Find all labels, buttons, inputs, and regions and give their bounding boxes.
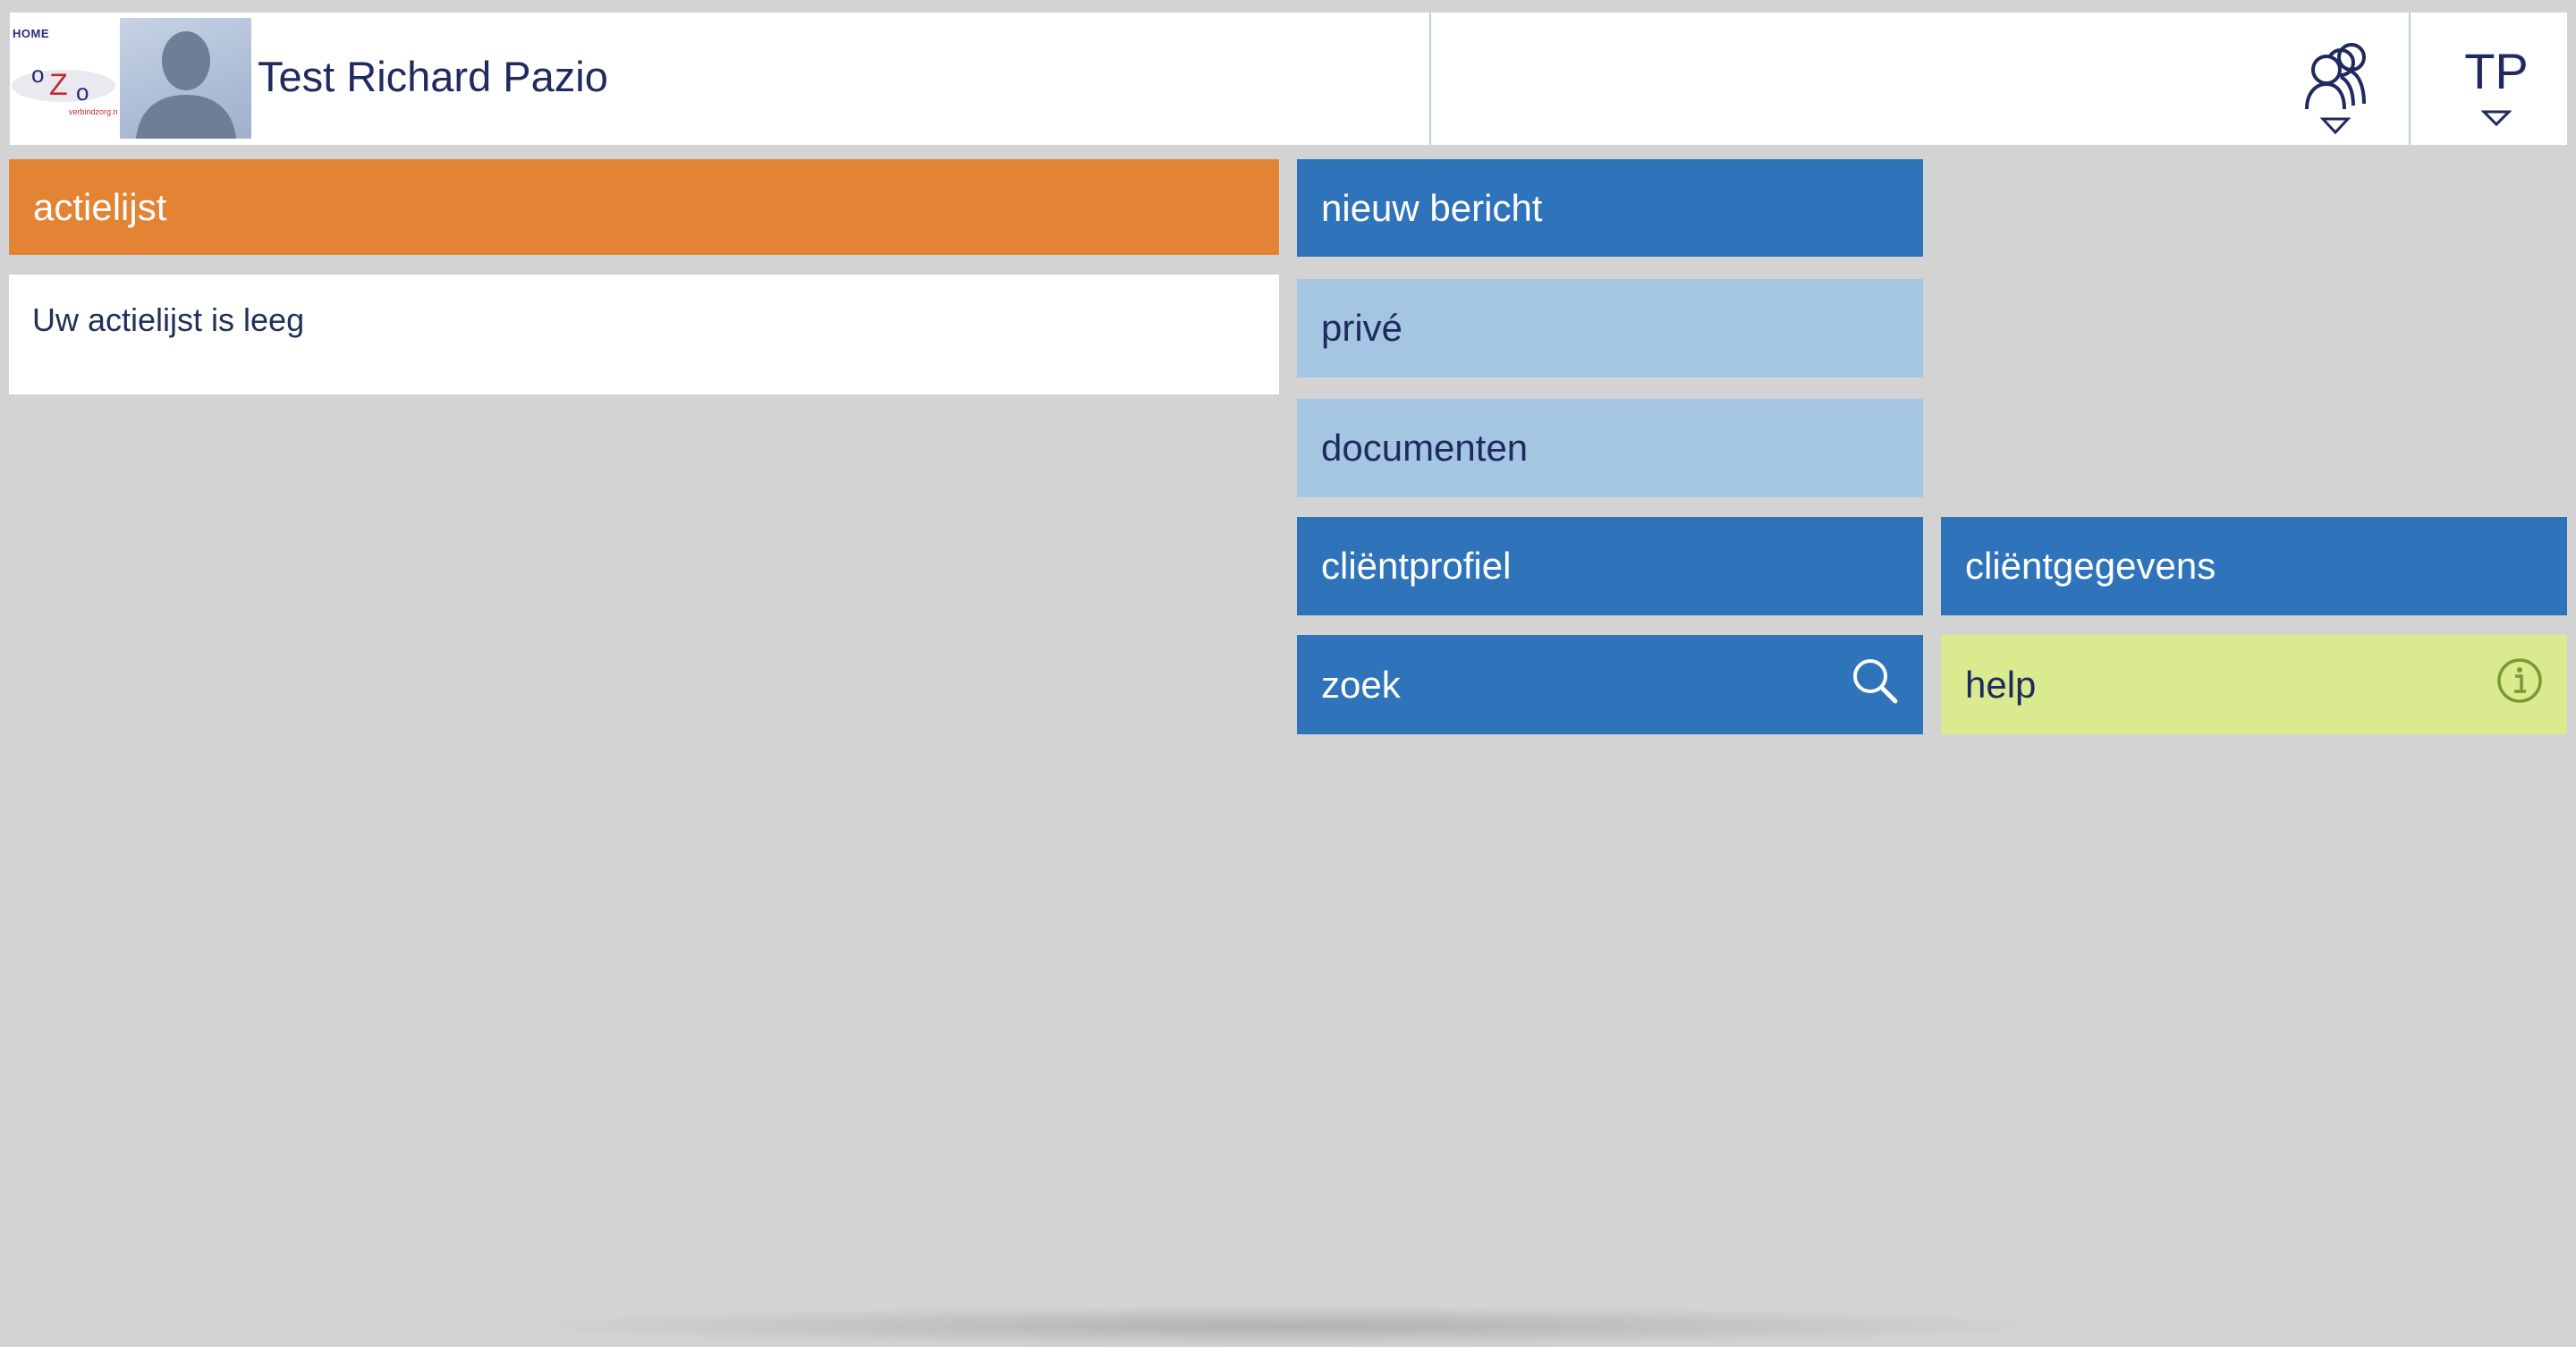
help-label: help (1965, 663, 2037, 706)
actions-empty-message: Uw actielijst is leeg (32, 301, 305, 338)
logo-url-text: verbindzorg.nl (69, 107, 118, 116)
svg-text:o: o (31, 61, 44, 88)
top-strip (0, 0, 2576, 13)
header-divider (1429, 13, 1431, 145)
search-tile[interactable]: zoek (1297, 635, 1923, 734)
search-icon (1850, 656, 1900, 715)
client-data-tile[interactable]: cliëntgegevens (1941, 517, 2567, 615)
home-logo-link[interactable]: HOME o Z o verbindzorg.nl (10, 13, 118, 145)
client-profile-label: cliëntprofiel (1321, 545, 1512, 587)
documents-label: documenten (1321, 427, 1529, 469)
people-group-icon (2305, 43, 2366, 135)
svg-text:Z: Z (49, 68, 68, 102)
documents-tile[interactable]: documenten (1297, 399, 1923, 497)
info-icon (2496, 657, 2544, 714)
client-profile-tile[interactable]: cliëntprofiel (1297, 517, 1923, 615)
private-tile[interactable]: privé (1297, 279, 1923, 377)
svg-text:o: o (76, 79, 89, 106)
bottom-shadow (501, 1306, 2075, 1347)
home-label: HOME (13, 27, 49, 40)
client-name: Test Richard Pazio (258, 53, 608, 100)
search-label: zoek (1321, 663, 1401, 706)
header-bar: HOME o Z o verbindzorg.nl Test Richard P… (10, 13, 2567, 145)
private-label: privé (1321, 307, 1403, 349)
person-silhouette-icon (136, 31, 236, 139)
actions-list-title: actielijst (33, 185, 167, 228)
new-message-label: nieuw bericht (1321, 186, 1543, 229)
client-data-label: cliëntgegevens (1965, 545, 2216, 587)
groups-menu-button[interactable] (2282, 30, 2398, 142)
ozo-logo-icon: o Z o verbindzorg.nl (12, 61, 118, 116)
new-message-tile[interactable]: nieuw bericht (1297, 159, 1923, 257)
actions-list-header: actielijst (9, 159, 1279, 255)
triangle-down-icon (2481, 110, 2512, 127)
user-menu-button[interactable]: TP (2434, 30, 2559, 142)
triangle-down-icon (2319, 117, 2351, 135)
actions-list-panel: Uw actielijst is leeg (9, 275, 1279, 394)
header-divider (2409, 13, 2411, 145)
help-tile[interactable]: help (1941, 635, 2567, 734)
user-initials: TP (2464, 43, 2529, 99)
client-avatar (120, 18, 251, 139)
